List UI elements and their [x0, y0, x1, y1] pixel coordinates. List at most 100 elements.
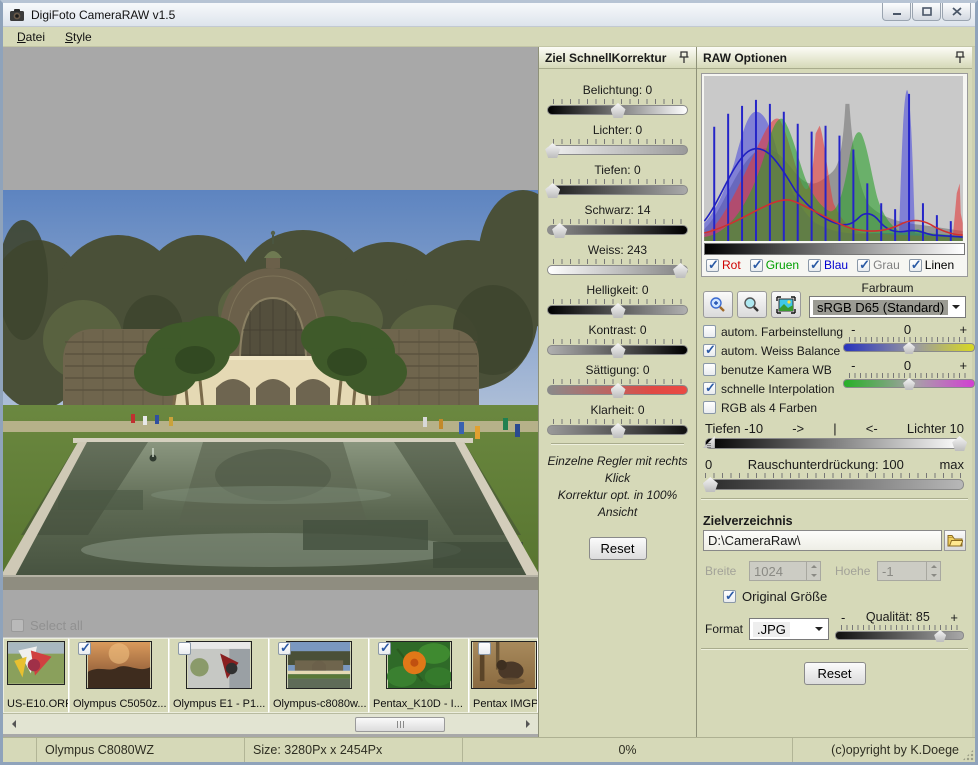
wb-green-magenta-slider: - 0 + [843, 358, 975, 388]
target-directory-label: Zielverzeichnis [697, 508, 972, 530]
menu-datei[interactable]: Datei [9, 28, 53, 46]
checkbox-gruen[interactable] [750, 259, 763, 272]
checkbox-grau[interactable] [857, 259, 870, 272]
preview-photo[interactable] [3, 190, 538, 590]
slider-thumb[interactable] [611, 103, 626, 118]
checkbox-rgb-als-4-farben[interactable] [703, 401, 716, 414]
checkbox-schnelle-interpolation[interactable] [703, 382, 716, 395]
slider-track[interactable] [547, 305, 688, 315]
slider-ticks [553, 339, 682, 344]
status-bar: Olympus C8080WZ Size: 3280Px x 2454Px 0%… [3, 737, 975, 762]
checkbox-autom-farbeinstellung[interactable] [703, 325, 716, 338]
browse-folder-button[interactable] [944, 530, 966, 551]
checkbox-blau[interactable] [808, 259, 821, 272]
filmstrip-item[interactable]: Pentax IMGP [469, 638, 538, 713]
format-dropdown[interactable]: .JPG [749, 618, 829, 640]
slider-track[interactable] [547, 225, 688, 235]
scroll-left-arrow[interactable] [3, 714, 20, 734]
wb-minus-label[interactable]: - [851, 322, 855, 337]
option-label: benutze Kamera WB [721, 363, 832, 377]
slider-thumb[interactable] [611, 343, 626, 358]
thumbnail-label: Pentax_K10D - I... [370, 697, 468, 712]
slider-thumb[interactable] [545, 183, 560, 198]
slider-track[interactable] [843, 379, 975, 388]
thumbnail-checkbox[interactable] [178, 642, 191, 655]
select-all-checkbox[interactable] [11, 619, 24, 632]
slider-track[interactable] [843, 343, 975, 352]
minimize-button[interactable] [882, 3, 911, 21]
thumbnail-checkbox[interactable] [278, 642, 291, 655]
slider-thumb[interactable] [552, 223, 567, 238]
scrollbar-thumb[interactable] [355, 717, 445, 732]
slider-thumb[interactable] [545, 143, 560, 158]
raw-reset-button[interactable]: Reset [804, 662, 866, 685]
range-separator: | [833, 421, 836, 436]
pin-icon[interactable] [954, 51, 966, 64]
slider-track[interactable] [547, 185, 688, 195]
maximize-button[interactable] [912, 3, 941, 21]
spinner-arrows-icon [806, 562, 820, 580]
quick-reset-button[interactable]: Reset [589, 537, 647, 560]
quality-plus-label[interactable]: + [950, 610, 958, 625]
thumbnail-label: Olympus C5050z... [70, 697, 168, 712]
slider-thumb[interactable] [903, 378, 915, 390]
wb-minus-label[interactable]: - [851, 358, 855, 373]
window-right-border [972, 47, 975, 737]
zoom-in-button[interactable] [703, 291, 733, 318]
thumbnail-checkbox[interactable] [378, 642, 391, 655]
checkbox-benutze-kamera-wb[interactable] [703, 363, 716, 376]
scroll-right-arrow[interactable] [521, 714, 538, 734]
slider-ticks [553, 419, 682, 424]
slider-thumb[interactable] [703, 477, 718, 492]
slider-track[interactable] [547, 425, 688, 435]
thumbnail-checkbox[interactable] [78, 642, 91, 655]
thumbnail-checkbox[interactable] [478, 642, 491, 655]
window-title: DigiFoto CameraRAW v1.5 [31, 8, 175, 22]
checkbox-rot[interactable] [706, 259, 719, 272]
noise-slider[interactable] [705, 479, 964, 490]
quality-slider[interactable] [835, 631, 964, 640]
wb-plus-label[interactable]: + [959, 322, 967, 337]
slider-track[interactable] [547, 145, 688, 155]
slider-thumb[interactable] [673, 263, 688, 278]
channel-label-gruen: Gruen [766, 258, 799, 272]
filmstrip: US-E10.ORF Olympus C5050z... [3, 637, 538, 713]
magnifier-icon [743, 296, 761, 314]
farbraum-dropdown[interactable]: sRGB D65 (Standard) [809, 296, 966, 318]
slider-label: Klarheit: 0 [547, 403, 688, 417]
wb-plus-label[interactable]: + [959, 358, 967, 373]
wb-blue-yellow-slider: - 0 + [843, 322, 975, 352]
quality-minus-label[interactable]: - [841, 610, 845, 625]
chevron-down-icon [952, 305, 960, 313]
slider-track[interactable] [547, 385, 688, 395]
fit-image-button[interactable] [771, 291, 801, 318]
filmstrip-item[interactable]: Olympus C5050z... [69, 638, 169, 713]
slider-track[interactable] [547, 345, 688, 355]
breite-label: Breite [705, 564, 745, 578]
filmstrip-item[interactable]: US-E10.ORF [3, 638, 69, 713]
checkbox-linen[interactable] [909, 259, 922, 272]
resize-grip[interactable] [962, 749, 974, 761]
menu-style[interactable]: Style [57, 28, 100, 46]
noise-labels: 0 Rauschunterdrückung: 100 max [697, 449, 972, 473]
shadows-highlights-slider[interactable] [705, 438, 964, 449]
checkbox-autom-weiss-balance[interactable] [703, 344, 716, 357]
filmstrip-item[interactable]: Pentax_K10D - I... [369, 638, 469, 713]
target-directory-input[interactable]: D:\CameraRaw\ [703, 530, 942, 551]
slider-thumb[interactable] [903, 342, 915, 354]
slider-track[interactable] [547, 105, 688, 115]
range-thumb-right[interactable] [952, 436, 967, 451]
close-button[interactable] [942, 3, 971, 21]
slider-track[interactable] [547, 265, 688, 275]
slider-thumb[interactable] [611, 303, 626, 318]
filmstrip-item[interactable]: Olympus-c8080w... [269, 638, 369, 713]
slider-thumb[interactable] [611, 423, 626, 438]
slider-thumb[interactable] [611, 383, 626, 398]
filmstrip-item[interactable]: Olympus E1 - P1... [169, 638, 269, 713]
checkbox-original-groesse[interactable] [723, 590, 736, 603]
quick-panel-title: Ziel SchnellKorrektur [545, 51, 666, 65]
slider-thumb[interactable] [934, 630, 946, 642]
filmstrip-scrollbar[interactable] [3, 713, 538, 734]
zoom-button[interactable] [737, 291, 767, 318]
pin-icon[interactable] [678, 51, 690, 64]
